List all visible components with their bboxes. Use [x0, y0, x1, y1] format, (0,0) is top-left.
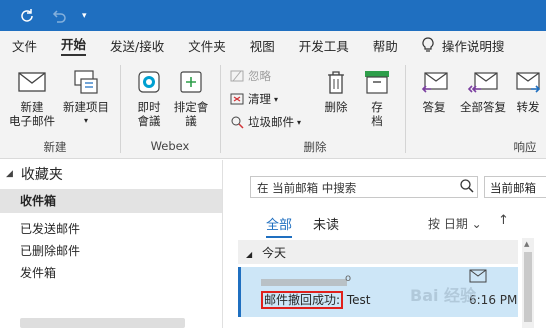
group-label-delete: 删除	[303, 140, 327, 154]
chevron-down-icon: ⌄	[471, 217, 482, 231]
forward-button[interactable]: 转发	[510, 67, 546, 114]
tab-send-receive[interactable]: 发送/接收	[110, 36, 164, 55]
tell-me-search[interactable]: 操作说明搜	[422, 36, 505, 55]
new-email-label: 新建 电子邮件	[9, 100, 55, 128]
lightbulb-icon	[422, 37, 434, 52]
schedule-meeting-label: 排定會 議	[173, 100, 209, 128]
junk-button[interactable]: 垃圾邮件 ▾	[230, 114, 301, 130]
group-divider	[405, 65, 406, 153]
sort-by-dropdown[interactable]: 按 日期 ⌄	[428, 215, 482, 232]
qat-customize-icon[interactable]: ▾	[82, 11, 87, 21]
folder-deleted[interactable]: 已删除邮件	[20, 242, 80, 259]
chevron-down-icon: ▾	[297, 117, 302, 127]
scrollbar[interactable]: ▲	[522, 238, 534, 328]
sort-direction-icon[interactable]: ↑	[498, 213, 509, 228]
tab-home[interactable]: 开始	[61, 34, 87, 56]
schedule-meeting-button[interactable]: 排定會 議	[170, 67, 212, 128]
favorites-header[interactable]: ◢ 收藏夹	[6, 164, 63, 184]
subject-rest: Test	[343, 293, 371, 307]
search-input[interactable]: 在 当前邮箱 中搜索	[250, 176, 478, 198]
reply-all-icon	[456, 67, 510, 97]
subject-highlight: 邮件撤回成功:	[261, 291, 344, 309]
reply-label: 答复	[422, 100, 446, 114]
tab-view[interactable]: 视图	[250, 36, 275, 55]
chevron-down-icon: ▾	[274, 94, 279, 104]
tell-me-label: 操作说明搜	[441, 38, 505, 54]
search-icon[interactable]	[459, 178, 475, 194]
ignore-label: 忽略	[248, 69, 271, 83]
delete-label: 删除	[324, 100, 348, 114]
group-divider	[220, 65, 221, 153]
new-items-button[interactable]: 新建项目 ▾	[60, 67, 112, 128]
undo-icon[interactable]	[46, 5, 72, 27]
meet-now-label: 即时 會議	[137, 100, 161, 128]
group-label-respond: 响应	[513, 140, 537, 154]
reply-all-button[interactable]: 全部答复	[456, 67, 510, 114]
archive-label: 存 档	[371, 100, 383, 128]
folder-inbox[interactable]: 收件箱	[0, 189, 222, 213]
new-items-label: 新建项目	[63, 100, 109, 114]
envelope-icon	[8, 67, 56, 97]
junk-label: 垃圾邮件	[248, 115, 294, 129]
meet-now-button[interactable]: 即时 會議	[130, 67, 168, 128]
cleanup-icon	[230, 93, 244, 105]
mail-subject: 邮件撤回成功: Test	[261, 291, 371, 309]
reply-button[interactable]: 答复	[412, 67, 456, 114]
tab-help[interactable]: 帮助	[373, 36, 398, 55]
tab-folder[interactable]: 文件夹	[188, 36, 226, 55]
group-label-new: 新建	[43, 140, 67, 154]
junk-icon	[231, 116, 244, 129]
group-today-label: 今天	[261, 246, 286, 260]
message-list-pane: 在 当前邮箱 中搜索 当前邮箱 ▼ 全部 未读 按 日期 ⌄ ↑ ◢ 今天 o …	[228, 160, 546, 328]
folder-outbox[interactable]: 发件箱	[20, 264, 56, 281]
archive-button[interactable]: 存 档	[360, 67, 394, 128]
new-email-button[interactable]: 新建 电子邮件	[8, 67, 56, 128]
tab-developer[interactable]: 开发工具	[299, 36, 349, 55]
cleanup-label: 清理	[248, 92, 271, 106]
sender-tail: o	[345, 273, 352, 284]
new-items-icon	[60, 67, 112, 97]
forward-icon	[510, 67, 546, 97]
reply-icon	[412, 67, 456, 97]
envelope-icon[interactable]	[469, 269, 487, 283]
watermark: Bai 经验	[410, 286, 477, 305]
filter-unread-tab[interactable]: 未读	[313, 214, 339, 233]
webex-meet-icon	[130, 67, 168, 97]
group-divider	[120, 65, 121, 153]
group-label-webex: Webex	[150, 139, 190, 153]
favorites-label: 收藏夹	[20, 167, 63, 183]
ignore-button[interactable]: 忽略	[230, 68, 271, 84]
collapse-triangle-icon: ◢	[6, 169, 13, 179]
redacted-sender	[261, 279, 347, 286]
ignore-icon	[230, 70, 244, 82]
cleanup-button[interactable]: 清理 ▾	[230, 91, 278, 107]
chevron-down-icon: ▾	[83, 116, 88, 125]
scrollbar-thumb[interactable]	[524, 252, 532, 322]
reply-all-label: 全部答复	[460, 100, 506, 114]
redacted-account-name	[20, 318, 185, 328]
ribbon: 新建 电子邮件 新建项目 ▾ 新建 即时 會議 排定會 議 Webex 忽略 清…	[0, 59, 546, 159]
title-bar: ▾	[0, 0, 546, 31]
archive-icon	[360, 67, 394, 97]
search-scope-select[interactable]: 当前邮箱 ▼	[484, 176, 546, 198]
sort-by-label: 按 日期	[428, 217, 468, 231]
forward-label: 转发	[516, 100, 540, 114]
mail-time: 6:16 PM	[469, 293, 518, 307]
tab-file[interactable]: 文件	[12, 36, 37, 55]
scroll-up-icon[interactable]: ▲	[524, 240, 529, 248]
sync-icon[interactable]	[14, 5, 40, 27]
group-header-today[interactable]: ◢ 今天	[238, 240, 518, 264]
delete-button[interactable]: 删除	[318, 67, 354, 114]
folder-sent[interactable]: 已发送邮件	[20, 220, 80, 237]
folder-pane: ◢ 收藏夹 收件箱 已发送邮件 已删除邮件 发件箱	[0, 160, 222, 328]
collapse-triangle-icon: ◢	[246, 250, 253, 259]
schedule-add-icon	[170, 67, 212, 97]
pane-divider[interactable]	[222, 160, 223, 328]
search-scope-value: 当前邮箱	[490, 181, 536, 195]
ribbon-tabs: 文件 开始 发送/接收 文件夹 视图 开发工具 帮助 操作说明搜	[0, 31, 546, 59]
filter-all-tab[interactable]: 全部	[266, 214, 293, 238]
trash-icon	[318, 67, 354, 97]
